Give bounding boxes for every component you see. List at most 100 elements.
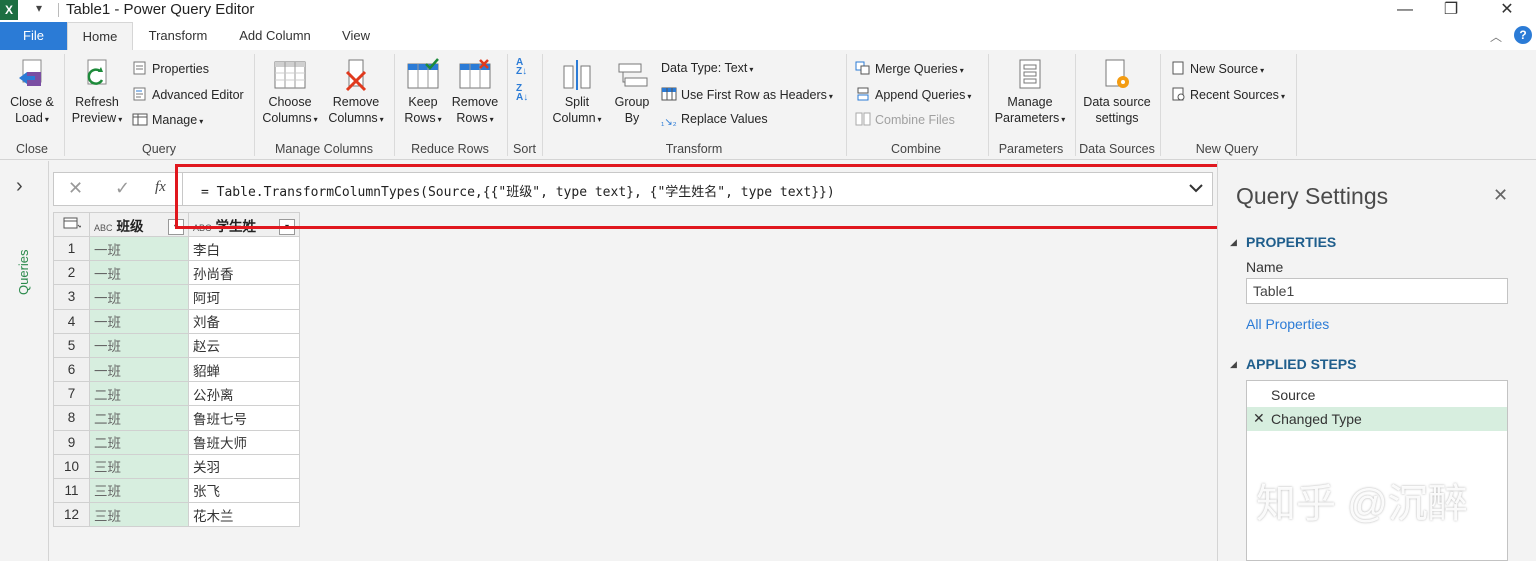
close-window-button[interactable]: ✕ (1484, 0, 1530, 22)
tab-transform[interactable]: Transform (138, 22, 218, 50)
tab-home[interactable]: Home (67, 22, 133, 50)
close-load-button[interactable]: Close & Load ▾ (4, 58, 60, 128)
delete-step-icon[interactable]: ✕ (1253, 410, 1265, 427)
table-row[interactable]: 6 一班 貂蝉 (53, 356, 300, 383)
data-type-dropdown[interactable]: Data Type: Text ▾ (661, 61, 753, 75)
table-row[interactable]: 2 一班 孙尚香 (53, 260, 300, 286)
replace-values-button[interactable]: ₁↘₂ Replace Values (661, 112, 768, 131)
table-row[interactable]: 12 三班 花木兰 (53, 502, 300, 528)
new-source-button[interactable]: New Source ▾ (1170, 61, 1264, 76)
recent-sources-button[interactable]: Recent Sources ▾ (1170, 87, 1285, 102)
recent-sources-icon (1170, 87, 1186, 101)
cell-class[interactable]: 一班 (89, 356, 189, 383)
table-row[interactable]: 10 三班 关羽 (53, 453, 300, 479)
commit-formula-icon[interactable]: ✓ (115, 178, 130, 199)
split-column-button[interactable]: Split Column ▾ (546, 58, 608, 128)
cell-student[interactable]: 关羽 (188, 453, 300, 479)
cancel-formula-icon[interactable]: ✕ (68, 178, 83, 199)
manage-parameters-button[interactable]: Manage Parameters ▾ (992, 58, 1068, 128)
row-number[interactable]: 11 (53, 477, 90, 504)
row-number[interactable]: 7 (53, 381, 90, 407)
step-source[interactable]: Source (1247, 383, 1507, 407)
table-menu-icon[interactable] (53, 212, 90, 237)
row-number[interactable]: 2 (53, 260, 90, 286)
use-first-row-headers-button[interactable]: Use First Row as Headers ▾ (661, 87, 833, 102)
row-number[interactable]: 10 (53, 453, 90, 479)
cell-student[interactable]: 刘备 (188, 308, 300, 334)
properties-button[interactable]: Properties (132, 61, 209, 76)
sort-ascending-icon[interactable]: A Z↓ (516, 58, 536, 78)
cell-student[interactable]: 鲁班大师 (188, 429, 300, 455)
cell-class[interactable]: 一班 (89, 332, 189, 358)
fx-icon[interactable]: fx (155, 179, 166, 196)
row-number[interactable]: 1 (53, 235, 90, 262)
row-number[interactable]: 6 (53, 356, 90, 383)
table-row[interactable]: 7 二班 公孙离 (53, 381, 300, 407)
maximize-button[interactable]: ❐ (1428, 0, 1474, 22)
collapse-properties-icon[interactable]: ◢ (1230, 237, 1237, 248)
table-row[interactable]: 11 三班 张飞 (53, 477, 300, 504)
cell-student[interactable]: 花木兰 (188, 502, 300, 528)
cell-class[interactable]: 一班 (89, 260, 189, 286)
cell-student[interactable]: 阿珂 (188, 284, 300, 310)
row-number[interactable]: 5 (53, 332, 90, 358)
cell-student[interactable]: 公孙离 (188, 381, 300, 407)
data-source-settings-button[interactable]: Data source settings (1078, 58, 1156, 126)
row-number[interactable]: 12 (53, 502, 90, 528)
advanced-editor-button[interactable]: Advanced Editor (132, 87, 244, 102)
text-type-icon[interactable]: ABC (94, 223, 113, 233)
cell-class[interactable]: 三班 (89, 477, 189, 504)
merge-queries-button[interactable]: Merge Queries ▾ (855, 61, 964, 76)
remove-rows-icon (458, 58, 492, 92)
cell-student[interactable]: 赵云 (188, 332, 300, 358)
cell-class[interactable]: 二班 (89, 405, 189, 431)
cell-student[interactable]: 鲁班七号 (188, 405, 300, 431)
cell-student[interactable]: 貂蝉 (188, 356, 300, 383)
cell-class[interactable]: 三班 (89, 502, 189, 528)
append-queries-button[interactable]: Append Queries ▾ (855, 87, 971, 102)
row-number[interactable]: 4 (53, 308, 90, 334)
tab-view[interactable]: View (332, 22, 380, 50)
tab-add-column[interactable]: Add Column (230, 22, 320, 50)
step-changed-type[interactable]: ✕ Changed Type (1247, 407, 1507, 431)
manage-button[interactable]: Manage ▾ (132, 112, 203, 127)
cell-class[interactable]: 一班 (89, 284, 189, 310)
collapse-ribbon-icon[interactable]: ︿ (1490, 28, 1502, 45)
cell-class[interactable]: 二班 (89, 381, 189, 407)
table-row[interactable]: 9 二班 鲁班大师 (53, 429, 300, 455)
table-row[interactable]: 3 一班 阿珂 (53, 284, 300, 310)
table-row[interactable]: 5 一班 赵云 (53, 332, 300, 358)
sort-descending-icon[interactable]: Z A↓ (516, 84, 536, 104)
row-number[interactable]: 8 (53, 405, 90, 431)
refresh-preview-button[interactable]: Refresh Preview ▾ (68, 58, 126, 128)
cell-class[interactable]: 二班 (89, 429, 189, 455)
cell-student[interactable]: 孙尚香 (188, 260, 300, 286)
keep-rows-button[interactable]: Keep Rows ▾ (398, 58, 448, 128)
group-by-button[interactable]: Group By (608, 58, 656, 126)
manage-parameters-label-1: Manage (1007, 95, 1053, 109)
cell-student[interactable]: 张飞 (188, 477, 300, 504)
remove-columns-button[interactable]: Remove Columns ▾ (324, 58, 388, 128)
minimize-button[interactable]: — (1382, 0, 1428, 22)
collapse-steps-icon[interactable]: ◢ (1230, 359, 1237, 370)
table-row[interactable]: 8 二班 鲁班七号 (53, 405, 300, 431)
column-header-class[interactable]: ABC 班级 ▾ (89, 212, 189, 237)
row-number[interactable]: 9 (53, 429, 90, 455)
tab-file[interactable]: File (0, 22, 67, 50)
expand-queries-icon[interactable]: › (16, 175, 23, 198)
cell-student[interactable]: 李白 (188, 235, 300, 262)
cell-class[interactable]: 三班 (89, 453, 189, 479)
cell-class[interactable]: 一班 (89, 235, 189, 262)
query-name-input[interactable]: Table1 (1246, 278, 1508, 304)
row-number[interactable]: 3 (53, 284, 90, 310)
queries-tab[interactable]: Queries (4, 243, 44, 303)
table-row[interactable]: 1 一班 李白 (53, 235, 300, 262)
table-row[interactable]: 4 一班 刘备 (53, 308, 300, 334)
remove-rows-button[interactable]: Remove Rows ▾ (448, 58, 502, 128)
close-settings-icon[interactable]: ✕ (1493, 185, 1508, 206)
choose-columns-button[interactable]: Choose Columns ▾ (258, 58, 322, 128)
cell-class[interactable]: 一班 (89, 308, 189, 334)
quick-access-dropdown-icon[interactable]: ▾ (36, 1, 42, 15)
all-properties-link[interactable]: All Properties (1246, 316, 1329, 332)
help-icon[interactable]: ? (1514, 26, 1532, 44)
